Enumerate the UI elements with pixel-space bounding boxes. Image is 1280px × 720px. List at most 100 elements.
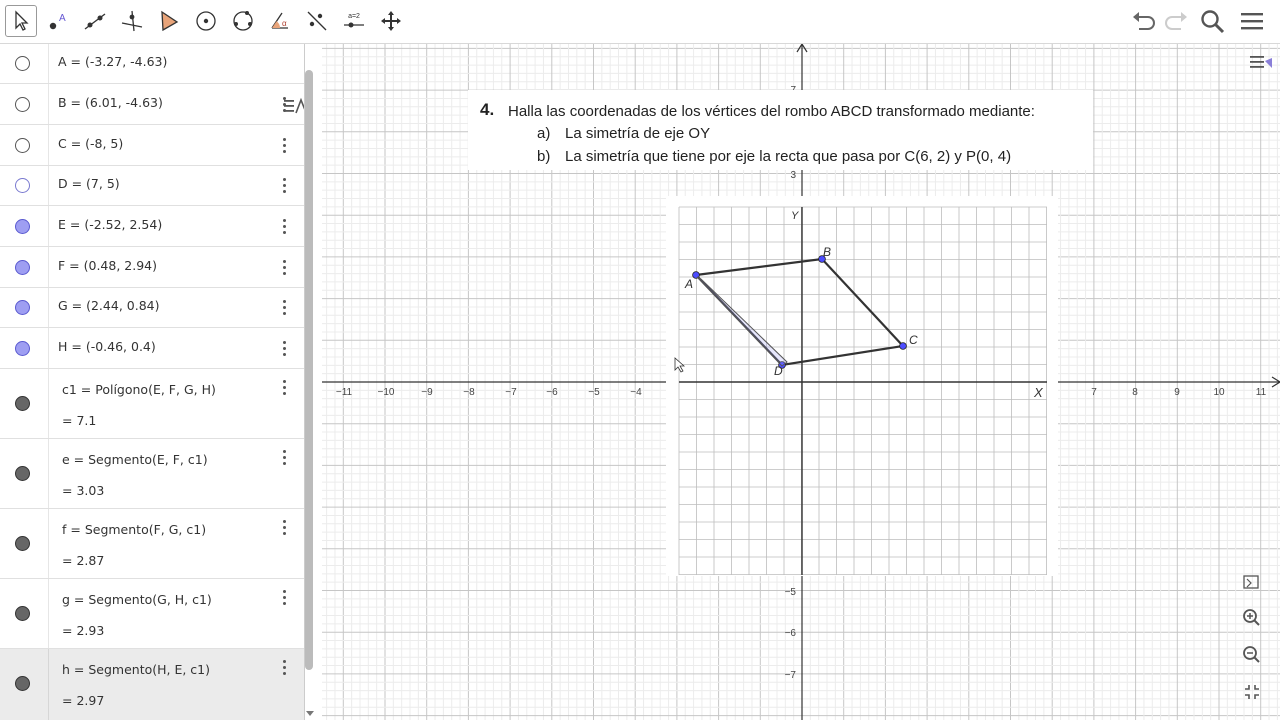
expression-F[interactable]: F = (0.48, 2.94) xyxy=(58,258,157,273)
polygon-tool[interactable] xyxy=(153,5,185,37)
x-tick-label: −10 xyxy=(378,387,395,398)
row-menu-E[interactable] xyxy=(276,216,292,238)
circle-tool[interactable] xyxy=(190,5,222,37)
algebra-row-h[interactable]: h = Segmento(H, E, c1) = 2.97 xyxy=(0,649,304,720)
menu-icon xyxy=(1241,13,1263,30)
expression-g[interactable]: g = Segmento(G, H, c1) xyxy=(62,592,212,607)
visibility-toggle-A[interactable] xyxy=(15,56,30,71)
row-menu-e[interactable] xyxy=(276,447,292,469)
slider-tool[interactable]: a=2 xyxy=(338,5,370,37)
expression-f[interactable]: f = Segmento(F, G, c1) xyxy=(62,522,206,537)
algebra-row-E[interactable]: E = (-2.52, 2.54) xyxy=(0,206,304,247)
value-f: = 2.87 xyxy=(62,553,105,568)
visibility-toggle-G[interactable] xyxy=(15,300,30,315)
algebra-row-G[interactable]: G = (2.44, 0.84) xyxy=(0,288,304,328)
row-menu-H[interactable] xyxy=(276,338,292,360)
algebra-row-B[interactable]: B = (6.01, -4.63) xyxy=(0,84,304,125)
angle-tool[interactable]: α xyxy=(264,5,296,37)
visibility-toggle-H[interactable] xyxy=(15,341,30,356)
y-tick-label: −7 xyxy=(785,670,797,681)
item-b-text: La simetría que tiene por eje la recta q… xyxy=(565,148,1012,165)
algebra-row-D[interactable]: D = (7, 5) xyxy=(0,166,304,206)
line-icon xyxy=(84,13,106,30)
point-icon: A xyxy=(49,13,66,30)
search-button[interactable] xyxy=(1199,8,1227,36)
slider-icon: a=2 xyxy=(344,13,364,28)
expression-c1[interactable]: c1 = Polígono(E, F, G, H) xyxy=(62,382,216,397)
expression-C[interactable]: C = (-8, 5) xyxy=(58,136,123,151)
algebra-row-f[interactable]: f = Segmento(F, G, c1) = 2.87 xyxy=(0,509,304,579)
expression-B[interactable]: B = (6.01, -4.63) xyxy=(58,95,163,110)
row-menu-f[interactable] xyxy=(276,517,292,539)
expression-G[interactable]: G = (2.44, 0.84) xyxy=(58,298,159,313)
zoom-in-icon xyxy=(1243,609,1260,626)
algebra-scrollbar[interactable] xyxy=(305,70,313,670)
algebra-row-C[interactable]: C = (-8, 5) xyxy=(0,125,304,166)
visibility-toggle-h[interactable] xyxy=(15,676,30,691)
expression-E[interactable]: E = (-2.52, 2.54) xyxy=(58,217,162,232)
row-menu-C[interactable] xyxy=(276,135,292,157)
move-graphics-tool[interactable] xyxy=(375,5,407,37)
row-menu-G[interactable] xyxy=(276,297,292,319)
exercise-statement: Halla las coordenadas de los vértices de… xyxy=(508,103,1035,120)
point-tool-label: A xyxy=(59,13,66,24)
row-menu-g[interactable] xyxy=(276,587,292,609)
point-tool[interactable]: A xyxy=(42,5,74,37)
visibility-toggle-C[interactable] xyxy=(15,138,30,153)
y-tick-label: −5 xyxy=(785,587,797,598)
circle-three-points-icon xyxy=(233,11,253,31)
line-tool[interactable] xyxy=(79,5,111,37)
menu-button[interactable] xyxy=(1239,8,1267,36)
expression-h[interactable]: h = Segmento(H, E, c1) xyxy=(62,662,210,677)
algebra-row-e[interactable]: e = Segmento(E, F, c1) = 3.03 xyxy=(0,439,304,509)
undo-button[interactable] xyxy=(1130,8,1158,36)
graphics-style-button[interactable] xyxy=(1248,48,1276,76)
reflect-tool[interactable] xyxy=(301,5,333,37)
zoom-out-button[interactable] xyxy=(1238,641,1266,669)
fullscreen-exit-button[interactable] xyxy=(1238,678,1266,706)
row-menu-F[interactable] xyxy=(276,257,292,279)
expression-D[interactable]: D = (7, 5) xyxy=(58,176,120,191)
algebra-row-H[interactable]: H = (-0.46, 0.4) xyxy=(0,328,304,369)
algebra-row-c1[interactable]: c1 = Polígono(E, F, G, H) = 7.1 xyxy=(0,369,304,439)
instruction-image[interactable]: 4. Halla las coordenadas de los vértices… xyxy=(468,90,1093,170)
visibility-toggle-c1[interactable] xyxy=(15,396,30,411)
x-tick-label: −6 xyxy=(546,387,558,398)
worksheet-image[interactable]: X Y A B C D xyxy=(666,196,1058,576)
x-tick-label: −11 xyxy=(336,387,353,398)
visibility-toggle-g[interactable] xyxy=(15,606,30,621)
scroll-down-icon[interactable] xyxy=(304,708,316,718)
visibility-toggle-E[interactable] xyxy=(15,219,30,234)
algebra-row-g[interactable]: g = Segmento(G, H, c1) = 2.93 xyxy=(0,579,304,649)
redo-button[interactable] xyxy=(1162,8,1190,36)
x-tick-label: −9 xyxy=(421,387,433,398)
row-menu-h[interactable] xyxy=(276,657,292,679)
angle-tool-label: α xyxy=(282,19,287,28)
x-tick-label: −8 xyxy=(463,387,475,398)
expression-H[interactable]: H = (-0.46, 0.4) xyxy=(58,339,156,354)
visibility-toggle-e[interactable] xyxy=(15,466,30,481)
row-menu-B[interactable] xyxy=(276,94,292,116)
zoom-in-button[interactable] xyxy=(1238,604,1266,632)
expression-A[interactable]: A = (-3.27, -4.63) xyxy=(58,54,167,69)
row-menu-D[interactable] xyxy=(276,175,292,197)
visibility-toggle-F[interactable] xyxy=(15,260,30,275)
algebra-row-A[interactable]: A = (-3.27, -4.63) xyxy=(0,44,304,84)
row-gutter xyxy=(48,439,49,508)
algebra-row-F[interactable]: F = (0.48, 2.94) xyxy=(0,247,304,288)
item-b-label: b) xyxy=(537,148,551,165)
value-h: = 2.97 xyxy=(62,693,105,708)
row-gutter xyxy=(48,125,49,165)
perpendicular-tool[interactable] xyxy=(116,5,148,37)
visibility-toggle-B[interactable] xyxy=(15,97,30,112)
row-menu-c1[interactable] xyxy=(276,377,292,399)
visibility-toggle-D[interactable] xyxy=(15,178,30,193)
circle-three-points-tool[interactable] xyxy=(227,5,259,37)
expression-e[interactable]: e = Segmento(E, F, c1) xyxy=(62,452,208,467)
graphics-settings-button[interactable] xyxy=(1238,568,1266,596)
visibility-toggle-f[interactable] xyxy=(15,536,30,551)
angle-icon: α xyxy=(271,12,288,29)
row-gutter xyxy=(48,369,49,438)
vertex-label-B: B xyxy=(823,245,831,259)
move-tool[interactable] xyxy=(5,5,37,37)
